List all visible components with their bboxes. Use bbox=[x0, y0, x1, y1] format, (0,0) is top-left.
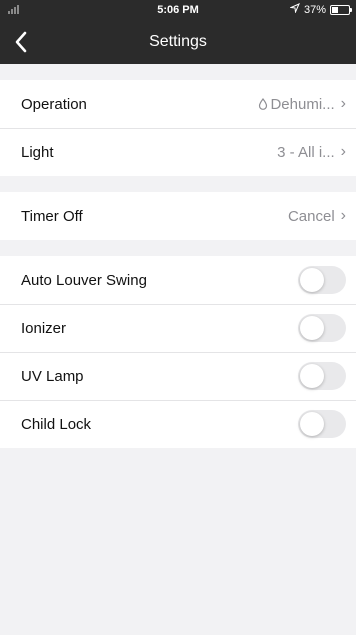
uv-lamp-toggle[interactable] bbox=[298, 362, 346, 390]
chevron-right-icon: › bbox=[340, 143, 346, 160]
operation-value: Dehumi... bbox=[270, 95, 335, 113]
chevron-right-icon: › bbox=[340, 95, 346, 112]
row-uv-lamp: UV Lamp bbox=[0, 352, 356, 400]
page-title: Settings bbox=[149, 33, 207, 50]
row-auto-louver-swing: Auto Louver Swing bbox=[0, 256, 356, 304]
chevron-right-icon: › bbox=[340, 207, 346, 224]
row-label: Ionizer bbox=[21, 319, 67, 337]
toggle-knob bbox=[300, 268, 324, 292]
battery-icon bbox=[330, 4, 352, 15]
row-value: Dehumi... › bbox=[258, 95, 346, 113]
ionizer-toggle[interactable] bbox=[298, 314, 346, 342]
status-bar: 5:06 PM 37% bbox=[0, 0, 356, 20]
water-drop-icon bbox=[259, 98, 268, 110]
row-label: Light bbox=[21, 143, 54, 161]
status-right: 37% bbox=[289, 3, 352, 16]
row-value: 3 - All i... › bbox=[277, 143, 346, 161]
row-label: Operation bbox=[21, 95, 87, 113]
settings-list: Operation Dehumi... › Light 3 - All i...… bbox=[0, 64, 356, 635]
child-lock-toggle[interactable] bbox=[298, 410, 346, 438]
toggle-knob bbox=[300, 412, 324, 436]
battery-percent: 37% bbox=[303, 3, 326, 16]
nav-bar: Settings bbox=[0, 20, 356, 64]
row-label: Timer Off bbox=[21, 207, 83, 225]
row-label: Auto Louver Swing bbox=[21, 271, 147, 289]
location-arrow-icon bbox=[289, 3, 300, 16]
row-label: Child Lock bbox=[21, 415, 92, 433]
row-operation[interactable]: Operation Dehumi... › bbox=[0, 80, 356, 128]
toggle-knob bbox=[300, 316, 324, 340]
light-value: 3 - All i... bbox=[277, 143, 335, 161]
row-timer-off[interactable]: Timer Off Cancel › bbox=[0, 192, 356, 240]
row-light[interactable]: Light 3 - All i... › bbox=[0, 128, 356, 176]
row-child-lock: Child Lock bbox=[0, 400, 356, 448]
toggle-knob bbox=[300, 364, 324, 388]
settings-group-mode: Operation Dehumi... › Light 3 - All i...… bbox=[0, 80, 356, 176]
row-label: UV Lamp bbox=[21, 367, 84, 385]
timer-value: Cancel bbox=[287, 207, 335, 225]
row-ionizer: Ionizer bbox=[0, 304, 356, 352]
settings-group-toggles: Auto Louver Swing Ionizer UV Lamp Child … bbox=[0, 256, 356, 448]
auto-louver-swing-toggle[interactable] bbox=[298, 266, 346, 294]
row-value: Cancel › bbox=[288, 207, 346, 225]
settings-group-timer: Timer Off Cancel › bbox=[0, 192, 356, 240]
